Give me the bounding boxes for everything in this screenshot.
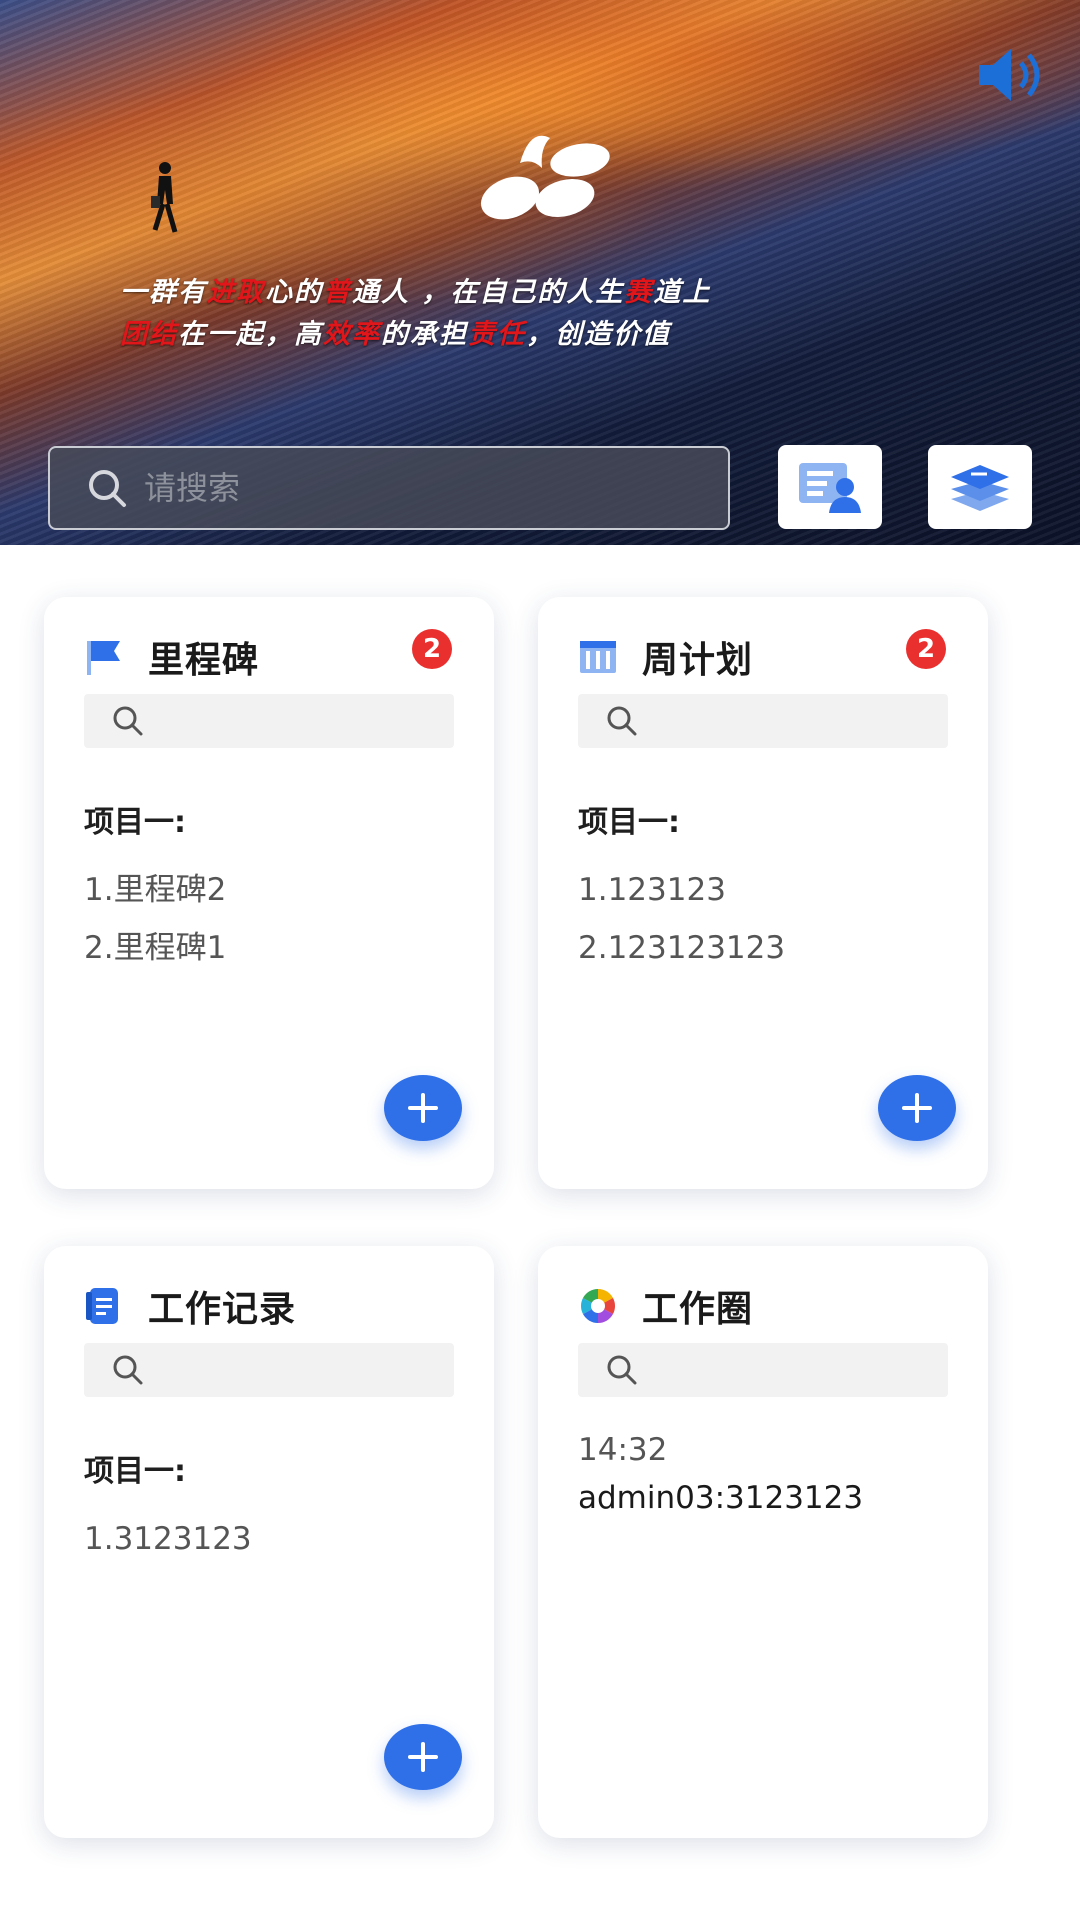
card-search-input[interactable] — [84, 1343, 454, 1397]
add-weekly-plan-button[interactable] — [878, 1075, 956, 1141]
speaker-icon[interactable] — [975, 45, 1055, 105]
document-icon — [86, 1288, 118, 1324]
search-icon — [113, 706, 143, 736]
milestone-card: 里程碑 2 项目一: 1.里程碑2 2.里程碑1 — [44, 597, 494, 1189]
project-label: 项目一: — [84, 805, 186, 840]
walking-person-image — [151, 162, 178, 233]
card-content: 项目一: 1.123123 2.123123123 — [578, 797, 968, 977]
card-header: 周计划 — [578, 627, 753, 687]
project-label: 项目一: — [578, 805, 680, 840]
card-title: 周计划 — [642, 640, 754, 681]
list-item[interactable]: 1.里程碑2 — [84, 861, 474, 919]
count-badge: 2 — [412, 629, 452, 669]
post-time: 14:32 — [578, 1432, 668, 1468]
add-milestone-button[interactable] — [384, 1075, 462, 1141]
count-badge: 2 — [906, 629, 946, 669]
work-log-card: 工作记录 项目一: 1.3123123 — [44, 1246, 494, 1838]
user-card-button[interactable] — [778, 445, 882, 529]
list-item[interactable]: 2.123123123 — [578, 919, 968, 977]
card-header: 工作记录 — [84, 1276, 296, 1336]
search-icon — [113, 1355, 143, 1385]
card-header: 工作圈 — [578, 1276, 753, 1336]
card-content: 项目一: 1.里程碑2 2.里程碑1 — [84, 797, 474, 977]
search-bar[interactable] — [48, 446, 730, 530]
card-title: 工作圈 — [642, 1289, 754, 1330]
card-title: 工作记录 — [148, 1289, 297, 1330]
layers-icon — [951, 465, 1009, 511]
list-item[interactable]: 2.里程碑1 — [84, 919, 474, 977]
company-logo — [480, 135, 610, 220]
post-message[interactable]: admin03:3123123 — [578, 1474, 968, 1522]
flag-icon — [87, 641, 120, 675]
search-icon — [89, 470, 126, 507]
card-content: 项目一: 1.3123123 — [84, 1446, 474, 1568]
work-circle-card: 工作圈 14:32 admin03:3123123 — [538, 1246, 988, 1838]
user-card-icon — [799, 463, 861, 513]
slogan-text: 一群有进取心的普通人 ，在自己的人生赛道上 团结在一起，高效率的承担责任，创造价… — [120, 272, 980, 356]
card-search-input[interactable] — [578, 694, 948, 748]
weekly-plan-card: 周计划 2 项目一: 1.123123 2.123123123 — [538, 597, 988, 1189]
card-title: 里程碑 — [148, 640, 260, 681]
add-work-log-button[interactable] — [384, 1724, 462, 1790]
calendar-grid-icon — [580, 641, 616, 673]
card-search-input[interactable] — [84, 694, 454, 748]
search-icon — [607, 706, 637, 736]
slogan-line-2: 团结在一起，高效率的承担责任，创造价值 — [120, 319, 671, 350]
camera-aperture-icon — [581, 1289, 615, 1323]
list-item[interactable]: 1.3123123 — [84, 1510, 474, 1568]
header-banner: 一群有进取心的普通人 ，在自己的人生赛道上 团结在一起，高效率的承担责任，创造价… — [0, 0, 1080, 545]
card-header: 里程碑 — [84, 627, 259, 687]
layers-button[interactable] — [928, 445, 1032, 529]
project-label: 项目一: — [84, 1454, 186, 1489]
slogan-line-1: 一群有进取心的普通人 ，在自己的人生赛道上 — [120, 277, 712, 308]
search-input[interactable] — [144, 469, 644, 507]
card-search-input[interactable] — [578, 1343, 948, 1397]
card-content: 14:32 admin03:3123123 — [578, 1432, 968, 1522]
list-item[interactable]: 1.123123 — [578, 861, 968, 919]
search-icon — [607, 1355, 637, 1385]
